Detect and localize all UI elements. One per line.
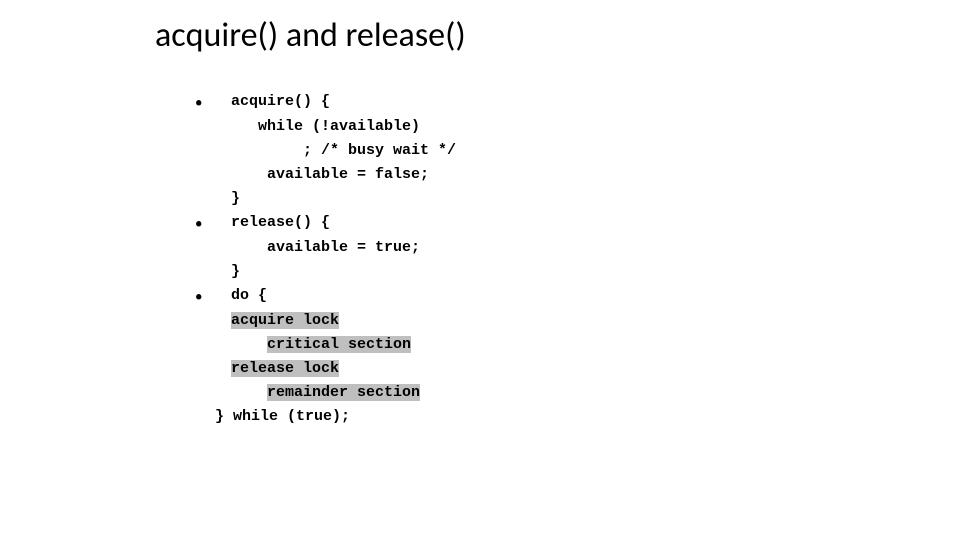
code-release-settrue: available = true; (195, 236, 456, 260)
code-do-remainder: remainder section (195, 381, 456, 405)
highlight-remainder-section: remainder section (267, 384, 420, 401)
code-release-close: } (195, 260, 456, 284)
code-do-critical: critical section (195, 333, 456, 357)
bullet-1: • (195, 90, 231, 115)
slide-body: • acquire() { while (!available) ; /* bu… (195, 90, 456, 429)
code-acquire-busywait: ; /* busy wait */ (195, 139, 456, 163)
bullet-3: • (195, 284, 231, 309)
code-do-acquire: acquire lock (195, 309, 456, 333)
slide-title: acquire() and release() (155, 15, 466, 56)
code-acquire-while: while (!available) (195, 115, 456, 139)
code-release-open: release() { (231, 211, 330, 235)
code-do-while-close: } while (true); (195, 405, 456, 429)
code-acquire-close: } (195, 187, 456, 211)
highlight-critical-section: critical section (267, 336, 411, 353)
highlight-acquire-lock: acquire lock (231, 312, 339, 329)
code-acquire-open: acquire() { (231, 90, 330, 114)
highlight-release-lock: release lock (231, 360, 339, 377)
code-acquire-setfalse: available = false; (195, 163, 456, 187)
code-do-open: do { (231, 284, 267, 308)
bullet-2: • (195, 211, 231, 236)
code-do-release: release lock (195, 357, 456, 381)
